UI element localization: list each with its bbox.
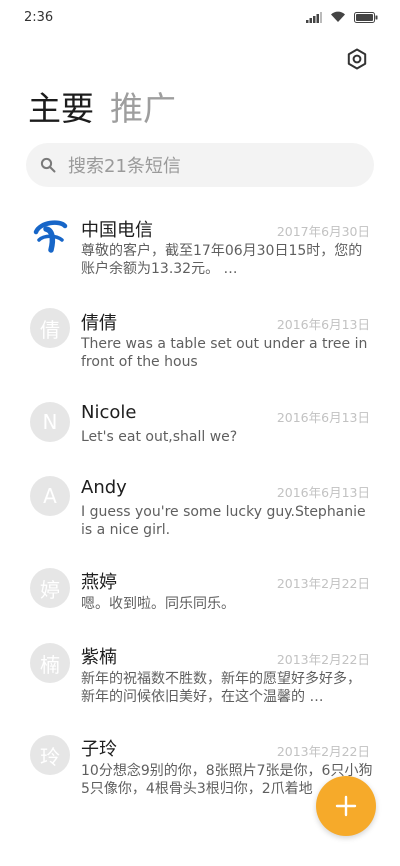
conversation-date: 2017年6月30日 xyxy=(276,224,370,239)
conversation-name: 燕婷 xyxy=(81,572,117,593)
tab-primary[interactable]: 主要 xyxy=(28,88,94,130)
conversation-name: 倩倩 xyxy=(81,313,117,334)
status-time: 2:36 xyxy=(24,10,54,25)
avatar: 婷 xyxy=(30,568,70,608)
conversation-date: 2013年2月22日 xyxy=(276,744,370,759)
search-placeholder: 搜索21条短信 xyxy=(68,156,181,177)
conversation-preview: I guess you're some lucky guy.Stephanie … xyxy=(81,504,366,538)
avatar: 倩 xyxy=(30,308,70,348)
status-icons xyxy=(306,10,378,24)
status-bar: 2:36 xyxy=(0,0,400,36)
conversation-date: 2016年6月13日 xyxy=(276,485,370,500)
conversation-preview: Let's eat out,shall we? xyxy=(81,429,238,445)
conversation-item[interactable]: N Nicole 2016年6月13日 Let's eat out,shall … xyxy=(0,394,400,464)
battery-icon xyxy=(354,11,378,23)
conversation-preview: 新年的祝福数不胜数，新年的愿望好多好多，新年的问候依旧美好，在这个温馨的 … xyxy=(81,671,361,705)
conversation-date: 2016年6月13日 xyxy=(276,317,370,332)
conversation-name: Andy xyxy=(81,477,127,498)
gear-icon xyxy=(347,48,367,70)
conversation-name: 子玲 xyxy=(81,739,117,760)
search-icon xyxy=(40,157,56,173)
conversation-date: 2013年2月22日 xyxy=(276,576,370,591)
search-input[interactable]: 搜索21条短信 xyxy=(26,143,374,187)
conversation-preview: 尊敬的客户，截至17年06月30日15时，您的账户余额为13.32元。 … xyxy=(81,243,363,277)
avatar: N xyxy=(30,402,70,442)
wifi-icon xyxy=(331,11,345,22)
conversation-name: Nicole xyxy=(81,402,137,423)
conversation-preview: There was a table set out under a tree i… xyxy=(81,336,368,370)
conversation-date: 2016年6月13日 xyxy=(276,410,370,425)
conversation-item[interactable]: 中国电信 2017年6月30日 尊敬的客户，截至17年06月30日15时，您的账… xyxy=(0,210,400,290)
conversation-name: 紫楠 xyxy=(81,647,117,668)
avatar: 玲 xyxy=(30,735,70,775)
signal-icon xyxy=(306,11,322,23)
conversation-item[interactable]: 倩 倩倩 2016年6月13日 There was a table set ou… xyxy=(0,302,400,382)
new-message-button[interactable] xyxy=(316,776,376,836)
avatar: 楠 xyxy=(30,643,70,683)
conversation-name: 中国电信 xyxy=(81,220,153,241)
conversation-item[interactable]: A Andy 2016年6月13日 I guess you're some lu… xyxy=(0,469,400,549)
conversation-item[interactable]: 婷 燕婷 2013年2月22日 嗯。收到啦。同乐同乐。 xyxy=(0,561,400,631)
conversation-preview: 嗯。收到啦。同乐同乐。 xyxy=(81,596,235,612)
plus-icon xyxy=(335,795,357,817)
settings-button[interactable] xyxy=(343,45,371,73)
china-telecom-logo xyxy=(30,216,70,256)
conversation-date: 2013年2月22日 xyxy=(276,652,370,667)
avatar: A xyxy=(30,476,70,516)
category-tabs: 主要 推广 xyxy=(28,88,192,130)
conversation-item[interactable]: 楠 紫楠 2013年2月22日 新年的祝福数不胜数，新年的愿望好多好多，新年的问… xyxy=(0,636,400,716)
tab-promotions[interactable]: 推广 xyxy=(110,88,176,130)
